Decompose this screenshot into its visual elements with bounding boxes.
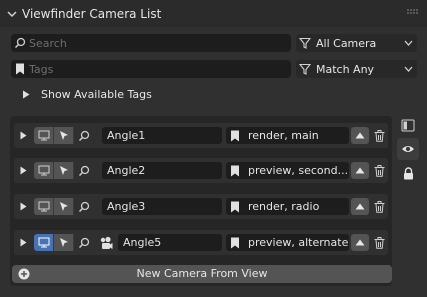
triangle-right-icon[interactable] xyxy=(20,202,27,211)
bookmark-icon xyxy=(11,60,29,78)
drag-grip-icon[interactable] xyxy=(407,9,419,15)
cursor-arrow-icon[interactable] xyxy=(54,234,74,251)
camera-tags-field[interactable]: render, main xyxy=(226,127,349,144)
new-camera-label: New Camera From View xyxy=(136,267,268,280)
tags-placeholder: Tags xyxy=(29,62,54,76)
monitor-icon[interactable] xyxy=(34,162,54,179)
camera-tags-value: render, main xyxy=(248,129,319,142)
funnel-icon xyxy=(296,63,314,75)
magnifier-icon[interactable] xyxy=(74,234,94,251)
magnifier-icon[interactable] xyxy=(74,162,94,179)
triangle-right-icon[interactable] xyxy=(20,131,27,140)
trash-icon[interactable] xyxy=(370,234,388,251)
search-icon xyxy=(11,34,29,52)
show-tags-label: Show Available Tags xyxy=(41,88,152,101)
camera-name-field[interactable]: Angle1 xyxy=(102,127,222,144)
triangle-right-icon[interactable] xyxy=(20,238,27,247)
camera-row[interactable]: Angle5 preview, alternate xyxy=(14,230,388,255)
new-camera-button[interactable]: New Camera From View xyxy=(12,265,392,283)
funnel-icon xyxy=(296,37,314,49)
side-toolbar xyxy=(397,114,419,186)
camera-filter-value: All Camera xyxy=(316,36,377,50)
camera-tags-value: preview, second... xyxy=(248,164,349,177)
trash-icon[interactable] xyxy=(370,127,388,144)
lock-icon[interactable] xyxy=(397,162,419,184)
camera-row[interactable]: Angle1 render, main xyxy=(14,123,388,148)
camera-tags-field[interactable]: preview, second... xyxy=(226,162,349,179)
show-tags-toggle[interactable]: Show Available Tags xyxy=(22,88,152,101)
bookmark-icon xyxy=(226,130,244,142)
camera-tags-value: render, radio xyxy=(248,200,320,213)
move-up-icon[interactable] xyxy=(351,162,369,179)
camera-row[interactable]: Angle2 preview, second... xyxy=(14,158,388,183)
cursor-arrow-icon[interactable] xyxy=(54,127,74,144)
chevron-down-icon xyxy=(404,40,413,46)
panel-title: Viewfinder Camera List xyxy=(22,6,162,21)
camera-name-field[interactable]: Angle3 xyxy=(102,198,222,215)
viewfinder-panel: Viewfinder Camera List Search All Camera… xyxy=(0,0,427,297)
cursor-arrow-icon[interactable] xyxy=(54,198,74,215)
camera-tags-field[interactable]: preview, alternate xyxy=(226,234,349,251)
magnifier-icon[interactable] xyxy=(74,198,94,215)
move-up-icon[interactable] xyxy=(351,198,369,215)
camera-tags-value: preview, alternate xyxy=(248,236,349,249)
camera-tags-field[interactable]: render, radio xyxy=(226,198,349,215)
magnifier-icon[interactable] xyxy=(74,127,94,144)
bookmark-icon xyxy=(226,237,244,249)
camera-action-group xyxy=(34,234,94,251)
camera-name-field[interactable]: Angle5 xyxy=(118,234,222,251)
trash-icon[interactable] xyxy=(370,198,388,215)
tag-match-value: Match Any xyxy=(316,62,375,76)
camera-action-group xyxy=(34,162,94,179)
bookmark-icon xyxy=(226,165,244,177)
move-up-icon[interactable] xyxy=(351,127,369,144)
move-up-icon[interactable] xyxy=(351,234,369,251)
camera-row[interactable]: Angle3 render, radio xyxy=(14,194,388,219)
panel-header[interactable]: Viewfinder Camera List xyxy=(0,0,427,27)
tags-input[interactable]: Tags xyxy=(11,60,291,78)
camera-action-group xyxy=(34,198,94,215)
chevron-down-icon[interactable] xyxy=(6,8,18,20)
search-input[interactable]: Search xyxy=(11,34,291,52)
monitor-icon[interactable] xyxy=(34,127,54,144)
triangle-right-icon xyxy=(23,90,30,99)
bookmark-icon xyxy=(226,201,244,213)
search-placeholder: Search xyxy=(29,36,67,50)
list-panel-icon[interactable] xyxy=(397,114,419,136)
tag-match-dropdown[interactable]: Match Any xyxy=(296,60,417,78)
triangle-right-icon[interactable] xyxy=(20,166,27,175)
trash-icon[interactable] xyxy=(370,162,388,179)
camera-action-group xyxy=(34,127,94,144)
chevron-down-icon xyxy=(404,66,413,72)
cursor-arrow-icon[interactable] xyxy=(54,162,74,179)
camera-list: Angle1 render, main Angle2 preview, seco… xyxy=(10,116,392,286)
camera-name-field[interactable]: Angle2 xyxy=(102,162,222,179)
monitor-icon[interactable] xyxy=(34,198,54,215)
camera-data-icon xyxy=(98,235,114,250)
monitor-icon[interactable] xyxy=(34,234,54,251)
eye-icon[interactable] xyxy=(397,138,419,160)
camera-filter-dropdown[interactable]: All Camera xyxy=(296,34,417,52)
